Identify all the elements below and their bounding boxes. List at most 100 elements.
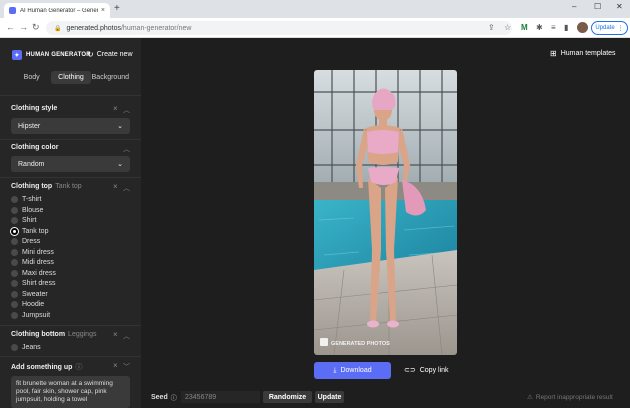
divider bbox=[0, 325, 141, 326]
share-icon[interactable]: ⇪ bbox=[488, 23, 495, 32]
chevron-up-icon[interactable]: ︿ bbox=[123, 144, 130, 154]
warning-icon: ⚠ bbox=[527, 394, 533, 401]
brand[interactable]: ✦ HUMAN GENERATOR bbox=[12, 50, 91, 60]
human-templates-label: Human templates bbox=[560, 50, 616, 57]
sidebar: ✦ HUMAN GENERATOR ↻ Create new Body Clot… bbox=[0, 38, 141, 408]
create-new-label: Create new bbox=[96, 51, 133, 58]
radio-label: T-shirt bbox=[22, 196, 42, 203]
randomize-button[interactable]: Randomize bbox=[263, 391, 312, 403]
tab-background[interactable]: Background bbox=[91, 71, 130, 84]
browser-update-button[interactable]: Update ⋮ bbox=[591, 21, 628, 35]
divider bbox=[0, 95, 141, 96]
radio-label: Maxi dress bbox=[22, 269, 56, 277]
extension-puzzle-icon[interactable]: ✱ bbox=[536, 23, 543, 32]
update-button[interactable]: Update bbox=[315, 391, 344, 403]
clothing-color-value: Random bbox=[18, 160, 45, 168]
forward-icon[interactable]: → bbox=[19, 22, 28, 32]
update-label: Update bbox=[595, 25, 615, 31]
clear-icon[interactable]: × bbox=[113, 104, 118, 113]
chevron-up-icon[interactable]: ︿ bbox=[123, 331, 130, 341]
bookmark-star-icon[interactable]: ☆ bbox=[504, 23, 511, 32]
download-icon: ⤓ bbox=[333, 366, 337, 374]
radio-label: Shirt dress bbox=[22, 280, 56, 287]
side-panel-icon[interactable]: ▮ bbox=[564, 23, 568, 32]
profile-avatar[interactable] bbox=[577, 22, 588, 33]
radio-icon bbox=[11, 311, 18, 319]
create-new-button[interactable]: ↻ Create new bbox=[87, 50, 133, 59]
clothing-color-title: Clothing color bbox=[11, 144, 59, 151]
clothing-color-select[interactable]: Random ⌄ bbox=[11, 156, 130, 172]
close-window-icon[interactable]: ✕ bbox=[616, 2, 623, 11]
maximize-icon[interactable]: ☐ bbox=[594, 2, 601, 11]
radio-icon bbox=[11, 301, 18, 308]
radio-option[interactable]: Jeans bbox=[11, 344, 41, 351]
url-bar[interactable]: 🔒 generated.photos/human-generator/new bbox=[46, 21, 512, 35]
radio-option[interactable]: Jumpsuit bbox=[11, 311, 50, 319]
divider bbox=[0, 139, 141, 140]
radio-icon bbox=[11, 217, 18, 224]
info-icon[interactable]: ⓘ bbox=[75, 364, 82, 371]
download-label: Download bbox=[340, 367, 372, 374]
clear-icon[interactable]: × bbox=[113, 182, 118, 191]
clothing-style-title: Clothing style bbox=[11, 105, 58, 112]
tab-body[interactable]: Body bbox=[12, 71, 51, 84]
clothing-top-selected: Tank top bbox=[55, 183, 82, 190]
clear-icon[interactable]: × bbox=[113, 330, 118, 339]
radio-label: Shirt bbox=[22, 217, 37, 224]
radio-icon bbox=[11, 259, 18, 266]
radio-option[interactable]: Dress bbox=[11, 238, 40, 245]
generated-human-photo: GENERATED PHOTOS bbox=[314, 70, 457, 355]
extension-m-icon[interactable]: M bbox=[521, 23, 528, 32]
radio-option[interactable]: Shirt dress bbox=[11, 280, 55, 287]
radio-option[interactable]: Blouse bbox=[11, 206, 44, 214]
radio-label: Hoodie bbox=[22, 301, 45, 308]
tab-clothing[interactable]: Clothing bbox=[51, 71, 91, 84]
radio-label: Dress bbox=[22, 238, 41, 245]
copy-link-button[interactable]: ⊂⊃ Copy link bbox=[404, 366, 449, 375]
radio-option[interactable]: Midi dress bbox=[11, 259, 54, 266]
chevron-up-icon[interactable]: ︿ bbox=[123, 183, 130, 193]
back-icon[interactable]: ← bbox=[6, 22, 15, 32]
clothing-style-value: Hipster bbox=[18, 122, 41, 130]
chevron-down-icon: ⌄ bbox=[117, 123, 123, 130]
add-something-title-text: Add something up bbox=[11, 364, 73, 371]
radio-option[interactable]: Sweater bbox=[11, 290, 48, 298]
chevron-down-icon: ⌄ bbox=[117, 161, 123, 168]
new-tab-button[interactable]: + bbox=[114, 3, 120, 14]
sidebar-tabs: Body Clothing Background bbox=[12, 71, 130, 84]
tab-close-icon[interactable]: × bbox=[101, 7, 105, 14]
divider bbox=[0, 356, 141, 357]
radio-option[interactable]: Shirt bbox=[11, 217, 36, 224]
chevron-up-icon[interactable]: ︿ bbox=[123, 105, 130, 115]
radio-icon bbox=[11, 238, 18, 245]
radio-option[interactable]: Hoodie bbox=[11, 301, 44, 308]
radio-label: Jeans bbox=[22, 344, 41, 351]
add-something-title: Add something up ⓘ bbox=[11, 362, 82, 372]
reload-icon[interactable]: ↻ bbox=[32, 22, 40, 33]
radio-option[interactable]: Mini dress bbox=[11, 248, 54, 256]
seed-label: Seed ⓘ bbox=[151, 393, 177, 402]
minimize-icon[interactable]: – bbox=[572, 2, 576, 11]
info-icon[interactable]: ⓘ bbox=[171, 393, 177, 402]
url-domain: generated.photos bbox=[66, 24, 121, 32]
radio-icon bbox=[11, 290, 18, 298]
radio-checked-icon bbox=[11, 227, 18, 235]
radio-option[interactable]: Maxi dress bbox=[11, 269, 56, 277]
browser-tab[interactable]: AI Human Generator – Generate × bbox=[4, 3, 110, 18]
copy-link-label: Copy link bbox=[419, 366, 449, 374]
human-templates-button[interactable]: ⊞ Human templates bbox=[550, 49, 616, 58]
main-canvas: ⊞ Human templates GENERATED PHOTOS ⤓ Dow… bbox=[141, 38, 630, 408]
chevron-down-icon[interactable]: ﹀ bbox=[123, 362, 130, 372]
radio-option-selected[interactable]: Tank top bbox=[11, 227, 48, 235]
reading-list-icon[interactable]: ≡ bbox=[551, 23, 556, 32]
clothing-style-select[interactable]: Hipster ⌄ bbox=[11, 118, 130, 134]
seed-input[interactable]: 23456789 bbox=[181, 391, 260, 403]
prompt-textarea[interactable]: fit brunette woman at a swimming pool, f… bbox=[11, 376, 130, 408]
report-link[interactable]: ⚠ Report inappropriate result bbox=[527, 393, 613, 402]
download-button[interactable]: ⤓ Download bbox=[314, 362, 391, 379]
clear-icon[interactable]: × bbox=[113, 361, 118, 370]
radio-option[interactable]: T-shirt bbox=[11, 196, 41, 203]
tab-title: AI Human Generator – Generate bbox=[20, 7, 98, 14]
radio-label: Midi dress bbox=[22, 259, 54, 266]
radio-label: Blouse bbox=[22, 206, 44, 214]
